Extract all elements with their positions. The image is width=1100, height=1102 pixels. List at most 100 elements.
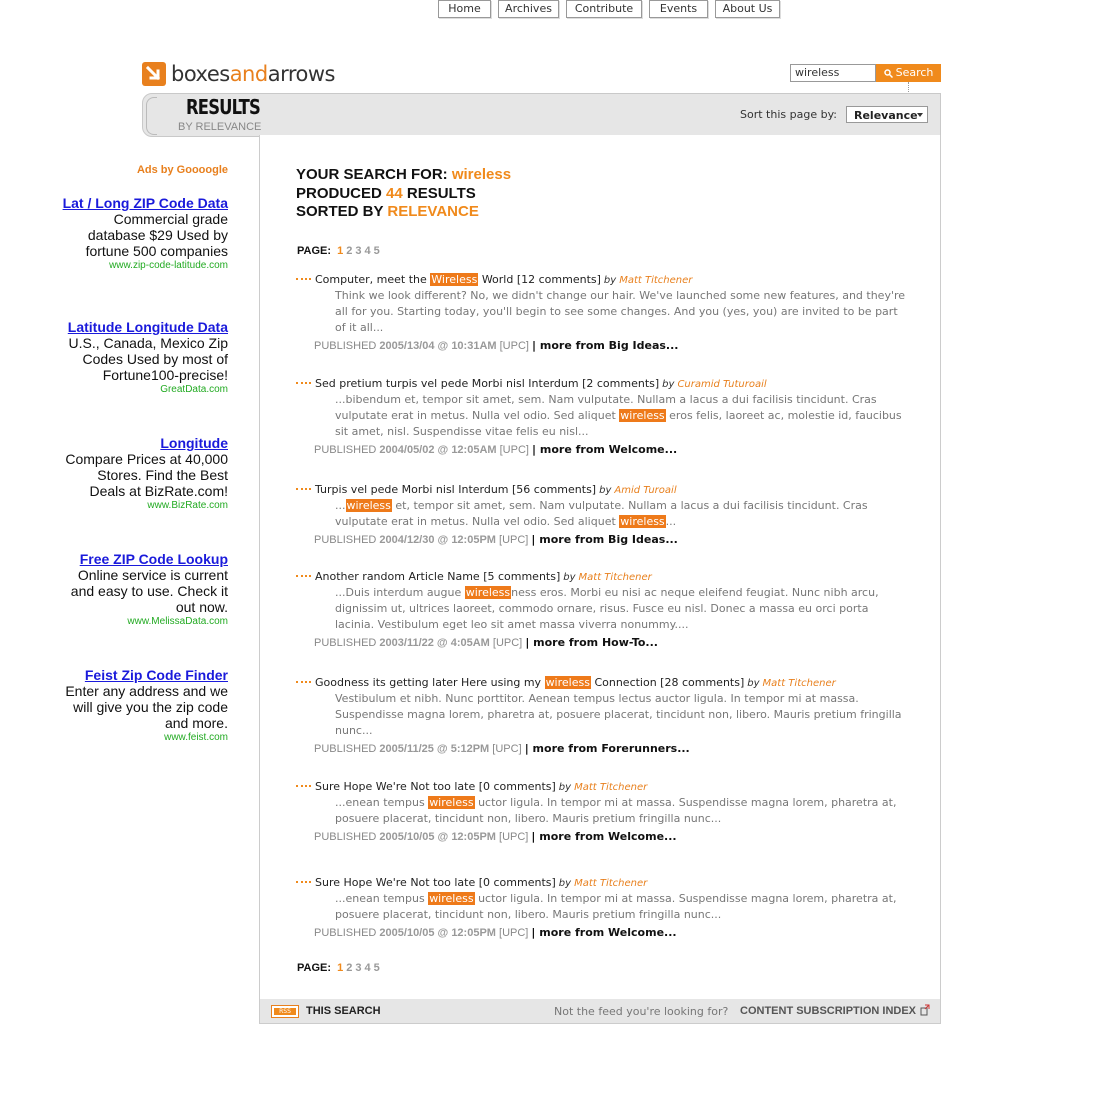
- page-link-3[interactable]: 3: [355, 962, 361, 974]
- page-link-2[interactable]: 2: [346, 245, 352, 257]
- ad-title-link[interactable]: Lat / Long ZIP Code Data: [58, 195, 228, 211]
- summary-query: wireless: [451, 166, 512, 183]
- page-subtitle: BY RELEVANCE: [178, 121, 262, 133]
- logo-text: boxesandarrows: [171, 62, 335, 86]
- result-title[interactable]: Sure Hope We're Not too late [0 comments…: [296, 779, 911, 795]
- ad-url-link[interactable]: www.BizRate.com: [58, 499, 228, 513]
- dotted-bullet-icon: [296, 681, 311, 683]
- result-meta: PUBLISHED 2005/10/05 @ 12:05PM [UPC] | m…: [314, 926, 677, 939]
- result-meta: PUBLISHED 2003/11/22 @ 4:05AM [UPC] | mo…: [314, 636, 658, 649]
- result-author-link[interactable]: Matt Titchener: [619, 275, 692, 286]
- ads-heading: Ads by Goooogle: [136, 164, 228, 176]
- ad-url-link[interactable]: www.MelissaData.com: [58, 615, 228, 629]
- more-from-link[interactable]: | more from How-To...: [525, 636, 658, 649]
- not-feed-text: Not the feed you're looking for?: [554, 1005, 729, 1018]
- search-term-highlight: wireless: [428, 796, 475, 809]
- more-from-link[interactable]: | more from Forerunners...: [525, 742, 690, 755]
- rss-icon[interactable]: RSS: [271, 1005, 299, 1018]
- ad-title-link[interactable]: Feist Zip Code Finder: [58, 667, 228, 683]
- result-snippet: ...bibendum et, tempor sit amet, sem. Na…: [335, 393, 902, 438]
- logo-arrow-icon: [142, 62, 166, 86]
- result-author-link[interactable]: Matt Titchener: [579, 572, 652, 583]
- page-link-1[interactable]: 1: [337, 245, 343, 257]
- result-meta: PUBLISHED 2004/05/02 @ 12:05AM [UPC] | m…: [314, 443, 678, 456]
- page-link-4[interactable]: 4: [364, 245, 370, 257]
- page-link-5[interactable]: 5: [374, 962, 380, 974]
- result-title[interactable]: Computer, meet the Wireless World [12 co…: [296, 272, 911, 288]
- result-author-link[interactable]: Matt Titchener: [574, 878, 647, 889]
- ad-item: Free ZIP Code Lookup Online service is cu…: [58, 551, 228, 629]
- ad-title-link[interactable]: Free ZIP Code Lookup: [58, 551, 228, 567]
- more-from-link[interactable]: | more from Welcome...: [531, 830, 676, 843]
- content-subscription-index-link[interactable]: CONTENT SUBSCRIPTION INDEX: [740, 1005, 916, 1017]
- page-link-5[interactable]: 5: [374, 245, 380, 257]
- result-title[interactable]: Sure Hope We're Not too late [0 comments…: [296, 875, 911, 891]
- result-snippet: ...enean tempus wireless uctor ligula. I…: [335, 892, 897, 921]
- page-link-3[interactable]: 3: [355, 245, 361, 257]
- ad-url-link[interactable]: www.zip-code-latitude.com: [58, 259, 228, 273]
- ad-item: Latitude Longitude Data U.S., Canada, Mex…: [58, 319, 228, 397]
- page-link-2[interactable]: 2: [346, 962, 352, 974]
- search-term-highlight: wireless: [428, 892, 475, 905]
- result-meta: PUBLISHED 2005/11/25 @ 5:12PM [UPC] | mo…: [314, 742, 690, 755]
- nav-events-button[interactable]: Events: [649, 0, 708, 18]
- search-result: Another random Article Name [5 comments]…: [296, 569, 911, 651]
- result-title[interactable]: Sed pretium turpis vel pede Morbi nisl I…: [296, 376, 911, 392]
- result-author-link[interactable]: Matt Titchener: [574, 782, 647, 793]
- search-result: Sed pretium turpis vel pede Morbi nisl I…: [296, 376, 911, 458]
- result-date: 2004/05/02 @ 12:05AM: [379, 444, 497, 456]
- ad-url-link[interactable]: GreatData.com: [58, 383, 228, 397]
- pager-top: PAGE: 12345: [297, 245, 380, 257]
- result-date: 2003/11/22 @ 4:05AM: [379, 637, 490, 649]
- result-author-link[interactable]: Amid Turoail: [614, 485, 676, 496]
- page-link-4[interactable]: 4: [364, 962, 370, 974]
- ad-item: Feist Zip Code Finder Enter any address a…: [58, 667, 228, 745]
- result-snippet: ...wireless et, tempor sit amet, sem. Na…: [335, 499, 868, 528]
- more-from-link[interactable]: | more from Welcome...: [531, 926, 676, 939]
- more-from-link[interactable]: | more from Big Ideas...: [532, 339, 678, 352]
- sort-dropdown-value: Relevance: [854, 109, 918, 122]
- dotted-bullet-icon: [296, 488, 311, 490]
- result-title[interactable]: Goodness its getting later Here using my…: [296, 675, 911, 691]
- result-date: 2005/13/04 @ 10:31AM: [379, 340, 497, 352]
- ad-body: Online service is current and easy to us…: [70, 567, 228, 615]
- search-input[interactable]: [790, 64, 876, 82]
- ad-body: Commercial grade database $29 Used by fo…: [85, 211, 228, 259]
- ad-title-link[interactable]: Longitude: [58, 435, 228, 451]
- nav-home-button[interactable]: Home: [438, 0, 491, 18]
- more-from-link[interactable]: | more from Big Ideas...: [531, 533, 677, 546]
- nav-about-button[interactable]: About Us: [715, 0, 780, 18]
- result-date: 2005/10/05 @ 12:05PM: [379, 831, 496, 843]
- search-result: Goodness its getting later Here using my…: [296, 675, 911, 757]
- more-from-link[interactable]: | more from Welcome...: [532, 443, 677, 456]
- result-author-link[interactable]: Curamid Tuturoail: [677, 379, 766, 390]
- nav-archives-button[interactable]: Archives: [498, 0, 559, 18]
- result-meta: PUBLISHED 2004/12/30 @ 12:05PM [UPC] | m…: [314, 533, 678, 546]
- result-snippet: ...enean tempus wireless uctor ligula. I…: [335, 796, 897, 825]
- summary-count: 44: [386, 184, 403, 202]
- result-title[interactable]: Turpis vel pede Morbi nisl Interdum [56 …: [296, 482, 911, 498]
- ad-title-link[interactable]: Latitude Longitude Data: [58, 319, 228, 335]
- dotted-bullet-icon: [296, 881, 311, 883]
- page-link-1[interactable]: 1: [337, 962, 343, 974]
- search-term-highlight: Wireless: [430, 273, 479, 286]
- search-button[interactable]: Search: [876, 64, 941, 82]
- result-date: 2005/11/25 @ 5:12PM: [379, 743, 490, 755]
- site-logo[interactable]: boxesandarrows: [142, 60, 335, 88]
- sort-label: Sort this page by:: [740, 108, 837, 121]
- search-result: Turpis vel pede Morbi nisl Interdum [56 …: [296, 482, 911, 548]
- this-search-label: THIS SEARCH: [306, 1005, 381, 1017]
- result-date: 2005/10/05 @ 12:05PM: [379, 927, 496, 939]
- result-date: 2004/12/30 @ 12:05PM: [379, 534, 496, 546]
- ad-url-link[interactable]: www.feist.com: [58, 731, 228, 745]
- search-summary: YOUR SEARCH FOR: wireless PRODUCED 44 RE…: [296, 166, 512, 220]
- search-result: Computer, meet the Wireless World [12 co…: [296, 272, 911, 354]
- nav-contribute-button[interactable]: Contribute: [566, 0, 642, 18]
- external-link-icon[interactable]: [920, 1004, 930, 1016]
- dotted-bullet-icon: [296, 575, 311, 577]
- ad-item: Longitude Compare Prices at 40,000 Stores…: [58, 435, 228, 513]
- ad-body: Compare Prices at 40,000 Stores. Find th…: [65, 451, 228, 499]
- result-author-link[interactable]: Matt Titchener: [763, 678, 836, 689]
- result-title[interactable]: Another random Article Name [5 comments]…: [296, 569, 911, 585]
- sort-dropdown[interactable]: Relevance: [846, 106, 928, 123]
